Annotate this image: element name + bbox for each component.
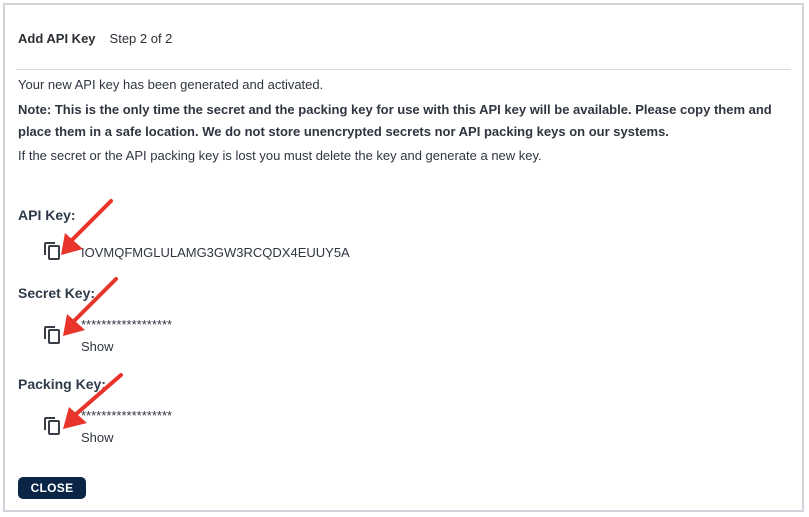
secret-key-label: Secret Key:	[18, 285, 96, 301]
generated-message: Your new API key has been generated and …	[18, 77, 324, 92]
step-indicator: Step 2 of 2	[109, 30, 173, 46]
api-key-label: API Key:	[18, 207, 76, 223]
add-api-key-dialog: Add API Key Step 2 of 2 Your new API key…	[3, 3, 804, 512]
packing-key-masked: ******************	[81, 408, 173, 423]
dialog-header: Add API Key Step 2 of 2	[5, 5, 802, 71]
copy-icon[interactable]	[43, 239, 63, 261]
copy-icon[interactable]	[43, 414, 63, 436]
show-packing-key-link[interactable]: Show	[81, 430, 114, 445]
close-button[interactable]: CLOSE	[18, 477, 86, 499]
dialog-title: Add API Key	[18, 30, 96, 46]
secret-key-masked: ******************	[81, 317, 173, 332]
api-key-value: IOVMQFMGLULAMG3GW3RCQDX4EUUY5A	[81, 245, 350, 260]
security-note: Note: This is the only time the secret a…	[18, 102, 772, 139]
header-divider	[16, 69, 791, 70]
copy-icon[interactable]	[43, 323, 63, 345]
packing-key-label: Packing Key:	[18, 376, 106, 392]
show-secret-key-link[interactable]: Show	[81, 339, 114, 354]
dialog-content: Your new API key has been generated and …	[18, 71, 789, 165]
lost-key-message: If the secret or the API packing key is …	[18, 148, 542, 163]
